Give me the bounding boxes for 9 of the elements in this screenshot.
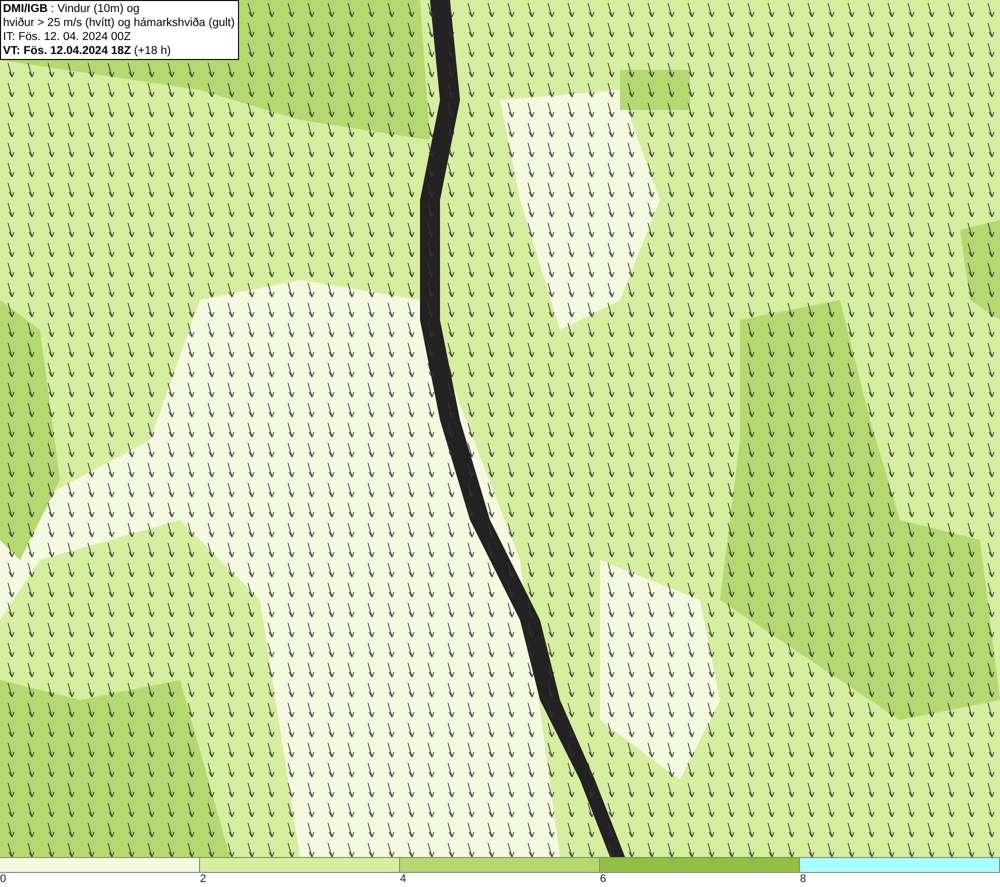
scale-tick-label: 2 <box>200 873 206 886</box>
scale-tick-label: 6 <box>600 873 606 886</box>
scale-tick-label: 0 <box>0 873 6 886</box>
legend-text: VT: Fös. 12.04.2024 18Z (+18 h) <box>3 44 172 58</box>
legend-text: DMI/IGB : Vindur (10m) og <box>3 2 141 16</box>
legend-text: IT: Fös. 12. 04. 2024 00Z <box>3 30 132 44</box>
scale-tick-label: 4 <box>400 873 406 886</box>
scale-tick-label: 8 <box>800 873 806 886</box>
legend-text: hviður > 25 m/s (hvítt) og hámarkshviða (gult) <box>3 16 235 30</box>
